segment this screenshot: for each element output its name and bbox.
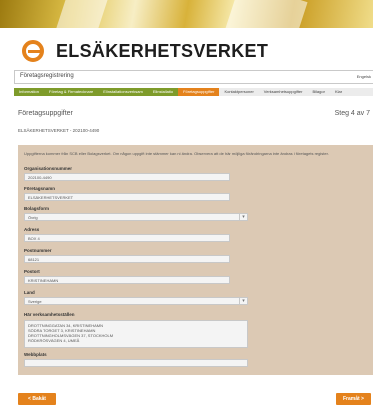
- company-name-field[interactable]: ELSÄKERHETSVERKET: [24, 193, 230, 201]
- site-logo[interactable]: ELSÄKERHETSVERKET: [22, 38, 268, 64]
- step-verksamhetsuppgifter[interactable]: Verksamhetsuppgifter: [258, 88, 308, 96]
- page-title: Företagsuppgifter: [18, 110, 73, 117]
- webb-field[interactable]: [24, 359, 248, 367]
- bolagsform-select[interactable]: Övrig ▾: [24, 213, 248, 221]
- postnr-field[interactable]: 68121: [24, 255, 230, 263]
- intro-text: Uppgifterna kommer från SCB eller Bolags…: [24, 151, 329, 156]
- bolagsform-value: Övrig: [28, 215, 38, 220]
- adress-label: Adress: [24, 227, 40, 232]
- postort-field[interactable]: KRISTINEHAMN: [24, 276, 230, 284]
- postnr-label: Postnummer: [24, 248, 52, 253]
- land-value: Sverige: [28, 299, 42, 304]
- language-link[interactable]: Engelsk: [357, 74, 371, 79]
- step-foretagsuppgifter[interactable]: Företagsuppgifter: [178, 88, 220, 96]
- header-banner: [0, 0, 373, 28]
- app-title: Företagsregistrering: [20, 73, 74, 79]
- back-button[interactable]: < Bakåt: [18, 393, 56, 405]
- form-panel: Uppgifterna kommer från SCB eller Bolags…: [18, 145, 373, 375]
- logo-text: ELSÄKERHETSVERKET: [56, 40, 269, 61]
- chevron-down-icon[interactable]: ▾: [239, 297, 247, 305]
- orgnr-field[interactable]: 202100-4490: [24, 173, 230, 181]
- step-elinstallatio[interactable]: Elinstallatio: [148, 88, 178, 96]
- next-button[interactable]: Framåt >: [336, 393, 371, 405]
- step-counter: Steg 4 av 7: [334, 110, 370, 117]
- webb-label: Webbplats: [24, 352, 47, 357]
- land-label: Land: [24, 290, 35, 295]
- adress-field[interactable]: BOX 4: [24, 234, 230, 242]
- chevron-down-icon[interactable]: ▾: [239, 213, 247, 221]
- step-foretag[interactable]: Företag & Firmatecknare: [44, 88, 98, 96]
- bolagsform-label: Bolagsform: [24, 206, 50, 211]
- app-bar: Företagsregistrering Engelsk: [14, 70, 373, 84]
- name-label: Företagsnamn: [24, 186, 56, 191]
- step-kontaktpersoner[interactable]: Kontaktpersoner: [219, 88, 259, 96]
- logo-icon: [22, 40, 44, 62]
- postort-label: Postort: [24, 269, 40, 274]
- company-id: ELSÄKERHETSVERKET - 202100-4490: [18, 128, 100, 133]
- verksamhet-label: Här verksamhetsställen: [24, 312, 75, 317]
- step-elinstallationsverksam[interactable]: Elinstallationsverksam: [98, 88, 148, 96]
- orgnr-label: Organisationsnummer: [24, 166, 73, 171]
- step-bilagor[interactable]: Bilagor: [307, 88, 330, 96]
- step-klar[interactable]: Klar: [329, 88, 348, 96]
- wizard-steps: Information Företag & Firmatecknare Elin…: [14, 88, 373, 96]
- land-select[interactable]: Sverige ▾: [24, 297, 248, 305]
- verksamhet-list[interactable]: DROTTNINGGATAN 34, KRISTINEHAMN SÖDRA TO…: [24, 320, 248, 348]
- verksamhet-line: RÖDKRÖSVÄGEN 4, UMEÅ: [28, 338, 80, 343]
- step-information[interactable]: Information: [14, 88, 44, 96]
